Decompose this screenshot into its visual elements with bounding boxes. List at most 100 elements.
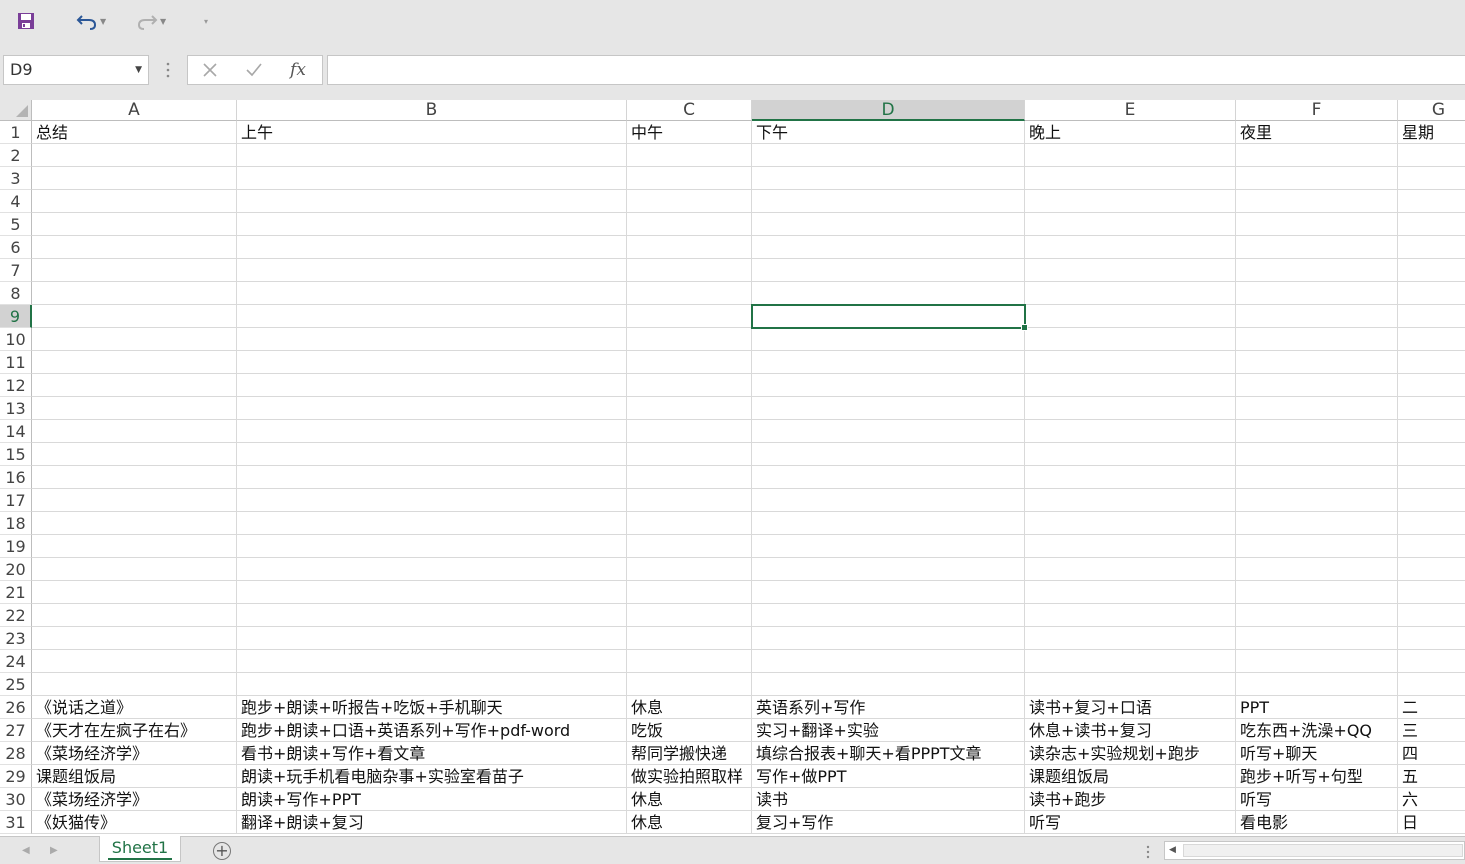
cell-c30[interactable]: 休息 — [627, 788, 752, 811]
row-header-7[interactable]: 7 — [0, 259, 32, 282]
column-header-a[interactable]: A — [32, 100, 237, 121]
cell-e23[interactable] — [1025, 627, 1236, 650]
cell-a6[interactable] — [32, 236, 237, 259]
row-header-30[interactable]: 30 — [0, 788, 32, 811]
cell-g28[interactable]: 四 — [1398, 742, 1465, 765]
chevron-down-icon[interactable]: ▼ — [135, 56, 142, 84]
cell-f14[interactable] — [1236, 420, 1398, 443]
cell-f16[interactable] — [1236, 466, 1398, 489]
row-header-10[interactable]: 10 — [0, 328, 32, 351]
cell-c2[interactable] — [627, 144, 752, 167]
cell-b11[interactable] — [237, 351, 627, 374]
cancel-button[interactable] — [190, 56, 230, 84]
cell-e31[interactable]: 听写 — [1025, 811, 1236, 834]
sheet-tab-sheet1[interactable]: Sheet1 — [99, 836, 181, 862]
cell-f31[interactable]: 看电影 — [1236, 811, 1398, 834]
cell-b2[interactable] — [237, 144, 627, 167]
cell-e14[interactable] — [1025, 420, 1236, 443]
cell-a16[interactable] — [32, 466, 237, 489]
cell-a17[interactable] — [32, 489, 237, 512]
cell-b31[interactable]: 翻译+朗读+复习 — [237, 811, 627, 834]
cell-d3[interactable] — [752, 167, 1025, 190]
cell-b24[interactable] — [237, 650, 627, 673]
cell-d11[interactable] — [752, 351, 1025, 374]
cell-g16[interactable] — [1398, 466, 1465, 489]
cell-g30[interactable]: 六 — [1398, 788, 1465, 811]
cell-f13[interactable] — [1236, 397, 1398, 420]
cell-e21[interactable] — [1025, 581, 1236, 604]
cell-b10[interactable] — [237, 328, 627, 351]
cell-a4[interactable] — [32, 190, 237, 213]
cell-d22[interactable] — [752, 604, 1025, 627]
cell-a27[interactable]: 《天才在左疯子在右》 — [32, 719, 237, 742]
select-all-button[interactable] — [0, 100, 32, 121]
cell-a11[interactable] — [32, 351, 237, 374]
row-header-26[interactable]: 26 — [0, 696, 32, 719]
cell-f27[interactable]: 吃东西+洗澡+QQ — [1236, 719, 1398, 742]
cell-e10[interactable] — [1025, 328, 1236, 351]
cell-g27[interactable]: 三 — [1398, 719, 1465, 742]
cell-b26[interactable]: 跑步+朗读+听报告+吃饭+手机聊天 — [237, 696, 627, 719]
split-handle-icon[interactable] — [1145, 845, 1151, 859]
cell-g9[interactable] — [1398, 305, 1465, 328]
cell-c5[interactable] — [627, 213, 752, 236]
row-header-8[interactable]: 8 — [0, 282, 32, 305]
column-header-b[interactable]: B — [237, 100, 627, 121]
cell-g18[interactable] — [1398, 512, 1465, 535]
cell-a7[interactable] — [32, 259, 237, 282]
cell-c20[interactable] — [627, 558, 752, 581]
cell-c18[interactable] — [627, 512, 752, 535]
cell-a9[interactable] — [32, 305, 237, 328]
cell-g14[interactable] — [1398, 420, 1465, 443]
cell-d23[interactable] — [752, 627, 1025, 650]
cell-c19[interactable] — [627, 535, 752, 558]
cell-e22[interactable] — [1025, 604, 1236, 627]
cell-b22[interactable] — [237, 604, 627, 627]
row-header-3[interactable]: 3 — [0, 167, 32, 190]
column-header-d[interactable]: D — [752, 100, 1025, 121]
horizontal-scrollbar[interactable]: ◀ — [1164, 841, 1465, 860]
cell-e7[interactable] — [1025, 259, 1236, 282]
cell-f30[interactable]: 听写 — [1236, 788, 1398, 811]
enter-button[interactable] — [234, 56, 274, 84]
column-header-c[interactable]: C — [627, 100, 752, 121]
cell-g29[interactable]: 五 — [1398, 765, 1465, 788]
cell-a19[interactable] — [32, 535, 237, 558]
cell-e28[interactable]: 读杂志+实验规划+跑步 — [1025, 742, 1236, 765]
cell-b23[interactable] — [237, 627, 627, 650]
cell-b28[interactable]: 看书+朗读+写作+看文章 — [237, 742, 627, 765]
cell-b14[interactable] — [237, 420, 627, 443]
cell-a14[interactable] — [32, 420, 237, 443]
row-header-25[interactable]: 25 — [0, 673, 32, 696]
cell-b21[interactable] — [237, 581, 627, 604]
scroll-tabs-left-icon[interactable]: ◀ — [22, 845, 30, 856]
cell-b1[interactable]: 上午 — [237, 121, 627, 144]
cell-e8[interactable] — [1025, 282, 1236, 305]
cell-c14[interactable] — [627, 420, 752, 443]
cell-f24[interactable] — [1236, 650, 1398, 673]
cell-g11[interactable] — [1398, 351, 1465, 374]
row-header-27[interactable]: 27 — [0, 719, 32, 742]
cell-a31[interactable]: 《妖猫传》 — [32, 811, 237, 834]
cell-d18[interactable] — [752, 512, 1025, 535]
row-header-15[interactable]: 15 — [0, 443, 32, 466]
row-header-18[interactable]: 18 — [0, 512, 32, 535]
column-header-g[interactable]: G — [1398, 100, 1465, 121]
row-header-28[interactable]: 28 — [0, 742, 32, 765]
cell-b15[interactable] — [237, 443, 627, 466]
cell-d7[interactable] — [752, 259, 1025, 282]
cell-g4[interactable] — [1398, 190, 1465, 213]
cell-a2[interactable] — [32, 144, 237, 167]
cell-g25[interactable] — [1398, 673, 1465, 696]
cell-b20[interactable] — [237, 558, 627, 581]
cell-e4[interactable] — [1025, 190, 1236, 213]
cell-c4[interactable] — [627, 190, 752, 213]
row-header-6[interactable]: 6 — [0, 236, 32, 259]
cell-d12[interactable] — [752, 374, 1025, 397]
cell-c8[interactable] — [627, 282, 752, 305]
cell-f1[interactable]: 夜里 — [1236, 121, 1398, 144]
cell-a28[interactable]: 《菜场经济学》 — [32, 742, 237, 765]
cell-e19[interactable] — [1025, 535, 1236, 558]
cell-g26[interactable]: 二 — [1398, 696, 1465, 719]
cell-b7[interactable] — [237, 259, 627, 282]
